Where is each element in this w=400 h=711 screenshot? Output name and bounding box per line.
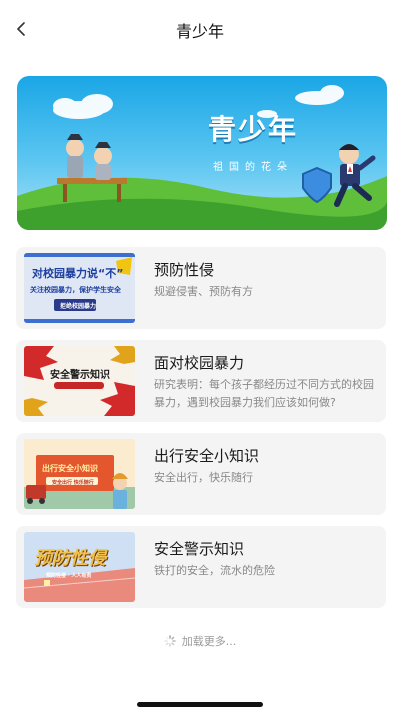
banner-subtitle: 祖国的花朵 xyxy=(213,162,293,173)
article-title: 面对校园暴力 xyxy=(154,354,245,372)
thumb-tag: 拒绝校园暴力 xyxy=(60,303,97,310)
article-description: 研究表明：每个孩子都经历过不同方式的校园暴力，遇到校园暴力我们应该如何做? xyxy=(154,378,374,409)
hero-banner[interactable]: 青少年 祖国的花朵 xyxy=(17,76,387,230)
article-title: 安全警示知识 xyxy=(154,540,245,558)
thumb-headline: 预防性侵 xyxy=(34,548,106,569)
article-description: 安全出行，快乐随行 xyxy=(154,471,253,484)
thumb-subline: 关注校园暴力，保护学生安全 xyxy=(30,286,121,294)
article-thumbnail: 出行安全小知识 安全出行 快乐随行 xyxy=(24,439,135,509)
article-title: 出行安全小知识 xyxy=(154,447,260,465)
article-title: 预防性侵 xyxy=(154,261,215,279)
thumb-headline: 出行安全小知识 xyxy=(42,464,98,473)
thumb-headline: 安全警示知识 xyxy=(50,370,110,381)
article-card[interactable]: 预防性侵 预防性侵 · 人人有责 安全警示知识 铁打的安全，流水的危险 xyxy=(16,526,386,608)
load-more[interactable]: 加载更多... xyxy=(0,633,400,649)
thumb-subline: 安全出行 快乐随行 xyxy=(52,480,94,486)
thumb-headline: 对校园暴力说“不” xyxy=(32,267,124,280)
banner-illustration xyxy=(17,85,387,230)
thumb-subline: 预防性侵 · 人人有责 xyxy=(46,573,92,579)
article-thumbnail: 预防性侵 预防性侵 · 人人有责 xyxy=(24,532,135,602)
page-title: 青少年 xyxy=(175,22,224,41)
article-card[interactable]: 出行安全小知识 安全出行 快乐随行 出行安全小知识 安全出行，快乐随行 xyxy=(16,433,386,515)
spinner-icon xyxy=(164,635,176,647)
article-card[interactable]: 对校园暴力说“不” 关注校园暴力，保护学生安全 拒绝校园暴力 预防性侵 规避侵害… xyxy=(16,247,386,329)
home-indicator[interactable] xyxy=(137,702,263,707)
article-thumbnail: 对校园暴力说“不” 关注校园暴力，保护学生安全 拒绝校园暴力 xyxy=(24,253,135,323)
article-description: 规避侵害、预防有方 xyxy=(154,285,253,298)
article-description: 铁打的安全，流水的危险 xyxy=(154,564,275,577)
article-card[interactable]: 安全警示知识 面对校园暴力 研究表明：每个孩子都经历过不同方式的校园暴力，遇到校… xyxy=(16,340,386,422)
banner-title: 青少年 xyxy=(207,113,298,146)
load-more-label: 加载更多... xyxy=(181,635,237,648)
nav-bar: 青少年 xyxy=(0,0,400,58)
article-thumbnail: 安全警示知识 xyxy=(24,346,135,416)
